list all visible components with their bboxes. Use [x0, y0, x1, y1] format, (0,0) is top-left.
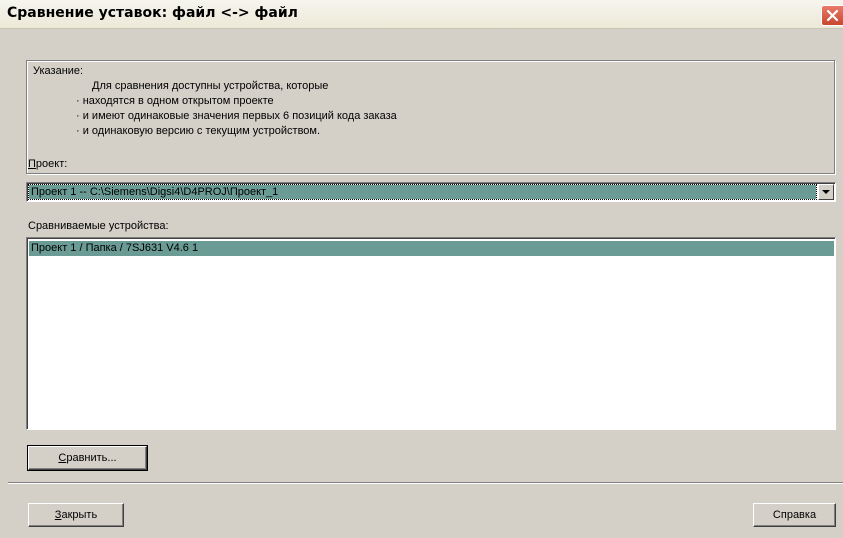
- close-x-icon: [826, 9, 839, 22]
- project-label-hotkey: П: [28, 158, 36, 170]
- close-button-label: акрыть: [61, 509, 98, 521]
- project-label: Проект:: [28, 158, 67, 170]
- hint-line: · и имеют одинаковые значения первых 6 п…: [76, 110, 397, 122]
- compare-button[interactable]: Сравнить...: [27, 445, 148, 471]
- compare-button-label: равнить...: [66, 452, 117, 464]
- project-select-value: Проект 1 -- C:\Siemens\Digsi4\D4PROJ\Про…: [28, 184, 817, 200]
- title-bar[interactable]: Сравнение уставок: файл <-> файл: [0, 0, 843, 29]
- project-select-dropdown-button[interactable]: [818, 184, 834, 200]
- window-title: Сравнение уставок: файл <-> файл: [7, 5, 298, 21]
- project-select[interactable]: Проект 1 -- C:\Siemens\Digsi4\D4PROJ\Про…: [26, 182, 836, 202]
- compare-settings-dialog: Сравнение уставок: файл <-> файл Указани…: [0, 0, 843, 538]
- separator: [8, 482, 843, 484]
- devices-label: Сравниваемые устройства:: [28, 220, 169, 232]
- hint-line: · и одинаковую версию с текущим устройст…: [76, 125, 321, 137]
- project-label-text: роект:: [35, 158, 68, 170]
- close-button[interactable]: Закрыть: [28, 503, 124, 527]
- devices-list[interactable]: Проект 1 / Папка / 7SJ631 V4.6 1: [26, 237, 836, 430]
- hint-line: Для сравнения доступны устройства, котор…: [92, 80, 329, 92]
- help-button[interactable]: Справка: [753, 503, 836, 527]
- close-window-button[interactable]: [821, 5, 843, 26]
- list-item[interactable]: Проект 1 / Папка / 7SJ631 V4.6 1: [29, 241, 834, 256]
- chevron-down-icon: [822, 190, 830, 194]
- hint-title: Указание:: [33, 65, 84, 77]
- hint-box: Указание: Для сравнения доступны устройс…: [26, 60, 835, 174]
- hint-line: · находятся в одном открытом проекте: [76, 95, 274, 107]
